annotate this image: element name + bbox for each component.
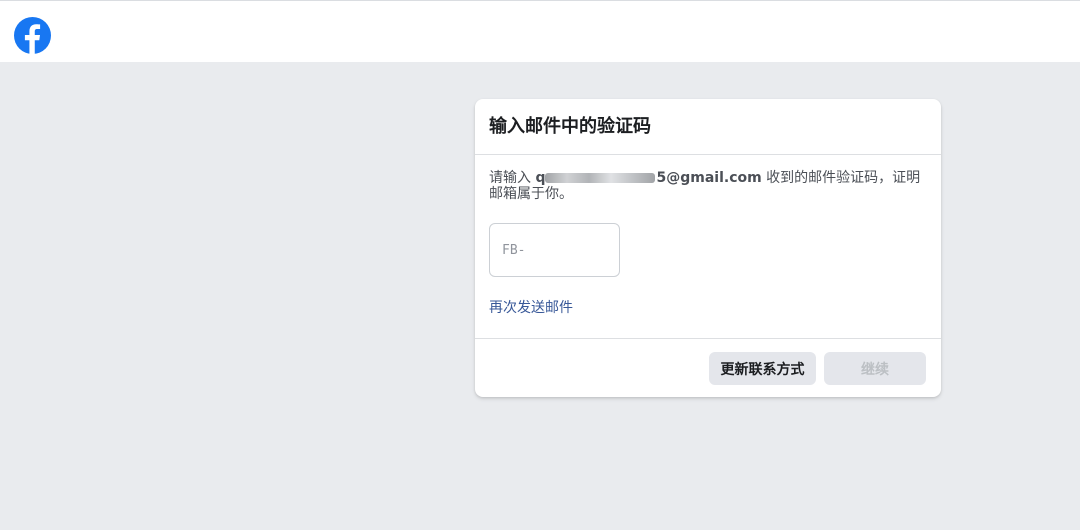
card-header: 输入邮件中的验证码 <box>475 99 941 155</box>
email-address: q 5@gmail.com <box>535 170 761 186</box>
email-visible-start: q <box>535 170 546 186</box>
card-title: 输入邮件中的验证码 <box>489 116 651 137</box>
update-contact-button[interactable]: 更新联系方式 <box>709 352 816 385</box>
top-bar <box>0 0 1080 62</box>
email-visible-end: 5@gmail.com <box>656 170 762 186</box>
redacted-email-part <box>545 173 656 183</box>
message-prefix: 请输入 <box>489 170 536 186</box>
resend-email-link[interactable]: 再次发送邮件 <box>489 297 573 317</box>
instruction-message: 请输入 q 5@gmail.com 收到的邮件验证码，证明邮箱属于你。 <box>489 170 927 202</box>
facebook-logo-icon[interactable] <box>14 17 51 54</box>
card-footer: 更新联系方式 继续 <box>475 339 941 396</box>
card-body: 请输入 q5@gmail.com 收到的邮件验证码，证明邮箱属于你。 再次发送邮… <box>475 155 941 339</box>
continue-button[interactable]: 继续 <box>824 352 926 385</box>
verification-code-input[interactable] <box>489 223 620 277</box>
verification-card: 输入邮件中的验证码 请输入 q 5@gmail.com 收到的邮件验证码，证明邮箱… <box>475 99 941 397</box>
